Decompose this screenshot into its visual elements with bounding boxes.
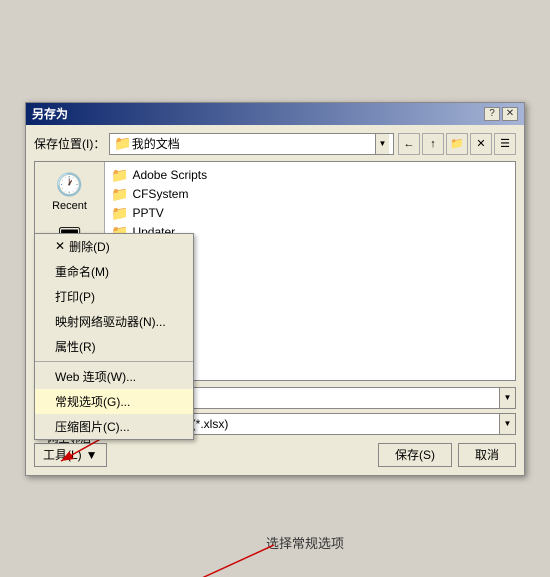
folder-icon: 📁 <box>111 167 128 184</box>
menu-item-label: 压缩图片(C)... <box>55 418 130 435</box>
menu-item-label: 常规选项(G)... <box>55 393 130 410</box>
list-item[interactable]: 📁 CFSystem <box>109 185 511 204</box>
title-bar: 另存为 ? ✕ <box>26 103 524 125</box>
menu-separator <box>35 361 193 362</box>
menu-item-label: 属性(R) <box>55 338 96 355</box>
menu-item-label: 打印(P) <box>55 288 95 305</box>
title-bar-buttons: ? ✕ <box>484 107 518 121</box>
menu-item-properties[interactable]: 属性(R) <box>35 334 193 359</box>
save-location-label: 保存位置(I)： <box>34 135 105 152</box>
help-button[interactable]: ? <box>484 107 500 121</box>
menu-item-rename[interactable]: 重命名(M) <box>35 259 193 284</box>
button-row: 工具(L) ▼ 保存(S) 取消 <box>34 443 516 467</box>
combo-arrow[interactable]: ▼ <box>375 134 389 154</box>
delete-button[interactable]: ✕ <box>470 133 492 155</box>
menu-item-general-options[interactable]: 常规选项(G)... <box>35 389 193 414</box>
menu-item-label: Web 连项(W)... <box>55 368 136 385</box>
save-button[interactable]: 保存(S) <box>378 443 452 467</box>
toolbar-row: 保存位置(I)： 📁 我的文档 ▼ ← ↑ 📁 ✕ ☰ <box>34 133 516 155</box>
list-item[interactable]: 📁 Adobe Scripts <box>109 166 511 185</box>
menu-item-label: 映射网络驱动器(N)... <box>55 313 166 330</box>
recent-icon: 🕐 <box>56 172 83 198</box>
tools-arrow-icon: ▼ <box>86 448 98 462</box>
up-button[interactable]: ↑ <box>422 133 444 155</box>
tools-dropdown-menu: ✕ 删除(D) 重命名(M) 打印(P) 映射网络驱动器(N)... 属性(R)… <box>34 233 194 440</box>
filename-arrow[interactable]: ▼ <box>499 388 515 408</box>
menu-item-print[interactable]: 打印(P) <box>35 284 193 309</box>
view-button[interactable]: ☰ <box>494 133 516 155</box>
list-item[interactable]: 📁 PPTV <box>109 204 511 223</box>
menu-item-label: 重命名(M) <box>55 263 109 280</box>
save-as-dialog: 另存为 ? ✕ 保存位置(I)： 📁 我的文档 ▼ ← ↑ 📁 ✕ ☰ <box>25 102 525 476</box>
delete-icon: ✕ <box>55 239 65 253</box>
folder-icon: 📁 <box>111 186 128 203</box>
menu-item-web[interactable]: Web 连项(W)... <box>35 364 193 389</box>
cancel-button[interactable]: 取消 <box>458 443 516 467</box>
dialog-title: 另存为 <box>32 105 68 122</box>
new-folder-button[interactable]: 📁 <box>446 133 468 155</box>
tools-label: 工具(L) <box>43 446 82 463</box>
menu-item-compress[interactable]: 压缩图片(C)... <box>35 414 193 439</box>
back-button[interactable]: ← <box>398 133 420 155</box>
close-button[interactable]: ✕ <box>502 107 518 121</box>
location-combo[interactable]: 📁 我的文档 ▼ <box>109 133 394 155</box>
folder-icon: 📁 <box>114 135 131 152</box>
toolbar-icons: ← ↑ 📁 ✕ ☰ <box>398 133 516 155</box>
action-buttons: 保存(S) 取消 <box>378 443 516 467</box>
folder-icon: 📁 <box>111 205 128 222</box>
menu-item-delete[interactable]: ✕ 删除(D) <box>35 234 193 259</box>
filetype-arrow[interactable]: ▼ <box>499 414 515 434</box>
file-name: PPTV <box>132 206 163 220</box>
file-name: Adobe Scripts <box>132 168 207 182</box>
file-name: CFSystem <box>132 187 188 201</box>
location-value: 我的文档 <box>132 135 375 152</box>
sidebar-item-label: Recent <box>52 200 87 212</box>
tools-button[interactable]: 工具(L) ▼ <box>34 443 107 467</box>
menu-item-map-drive[interactable]: 映射网络驱动器(N)... <box>35 309 193 334</box>
sidebar-item-recent[interactable]: 🕐 Recent <box>40 168 100 216</box>
annotation-select-option: 选择常规选项 <box>266 533 344 552</box>
